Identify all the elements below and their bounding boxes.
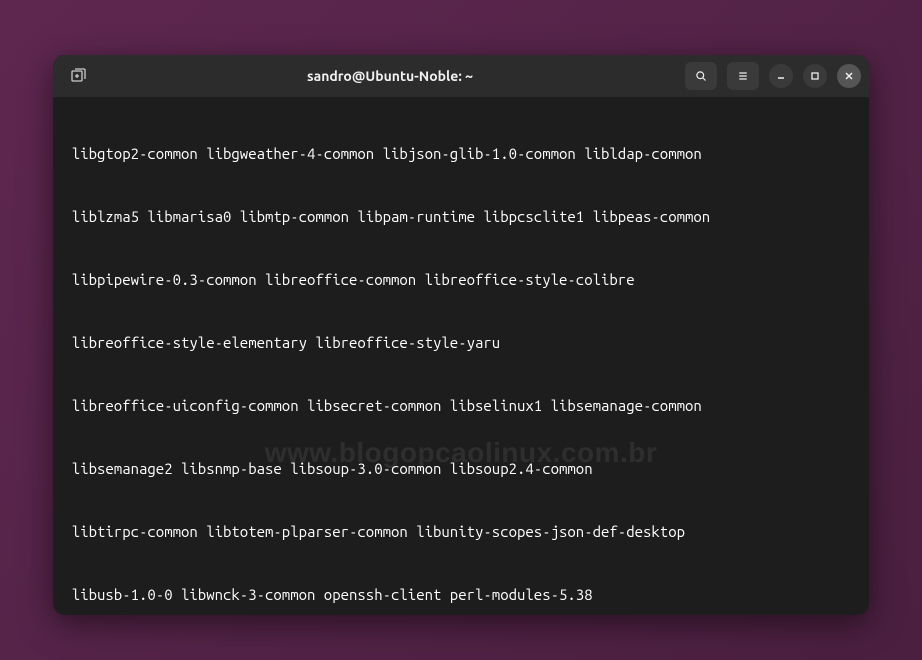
package-line: libreoffice-uiconfig-common libsecret-co… bbox=[55, 395, 867, 416]
package-line: libreoffice-style-elementary libreoffice… bbox=[55, 332, 867, 353]
package-line: libusb-1.0-0 libwnck-3-common openssh-cl… bbox=[55, 584, 867, 605]
package-line: liblzma5 libmarisa0 libmtp-common libpam… bbox=[55, 206, 867, 227]
minimize-button[interactable] bbox=[769, 64, 793, 88]
package-line: libsemanage2 libsnmp-base libsoup-3.0-co… bbox=[55, 458, 867, 479]
titlebar: sandro@Ubuntu-Noble: ~ bbox=[53, 55, 869, 97]
window-title: sandro@Ubuntu-Noble: ~ bbox=[101, 68, 679, 84]
terminal-content[interactable]: libgtop2-common libgweather-4-common lib… bbox=[53, 97, 869, 615]
new-tab-button[interactable] bbox=[61, 62, 95, 90]
window-controls bbox=[685, 62, 861, 90]
close-button[interactable] bbox=[837, 64, 861, 88]
maximize-button[interactable] bbox=[803, 64, 827, 88]
search-button[interactable] bbox=[685, 62, 717, 90]
package-line: libpipewire-0.3-common libreoffice-commo… bbox=[55, 269, 867, 290]
package-line: libtirpc-common libtotem-plparser-common… bbox=[55, 521, 867, 542]
package-line: libgtop2-common libgweather-4-common lib… bbox=[55, 143, 867, 164]
menu-button[interactable] bbox=[727, 62, 759, 90]
terminal-window: sandro@Ubuntu-Noble: ~ bbox=[53, 55, 869, 615]
